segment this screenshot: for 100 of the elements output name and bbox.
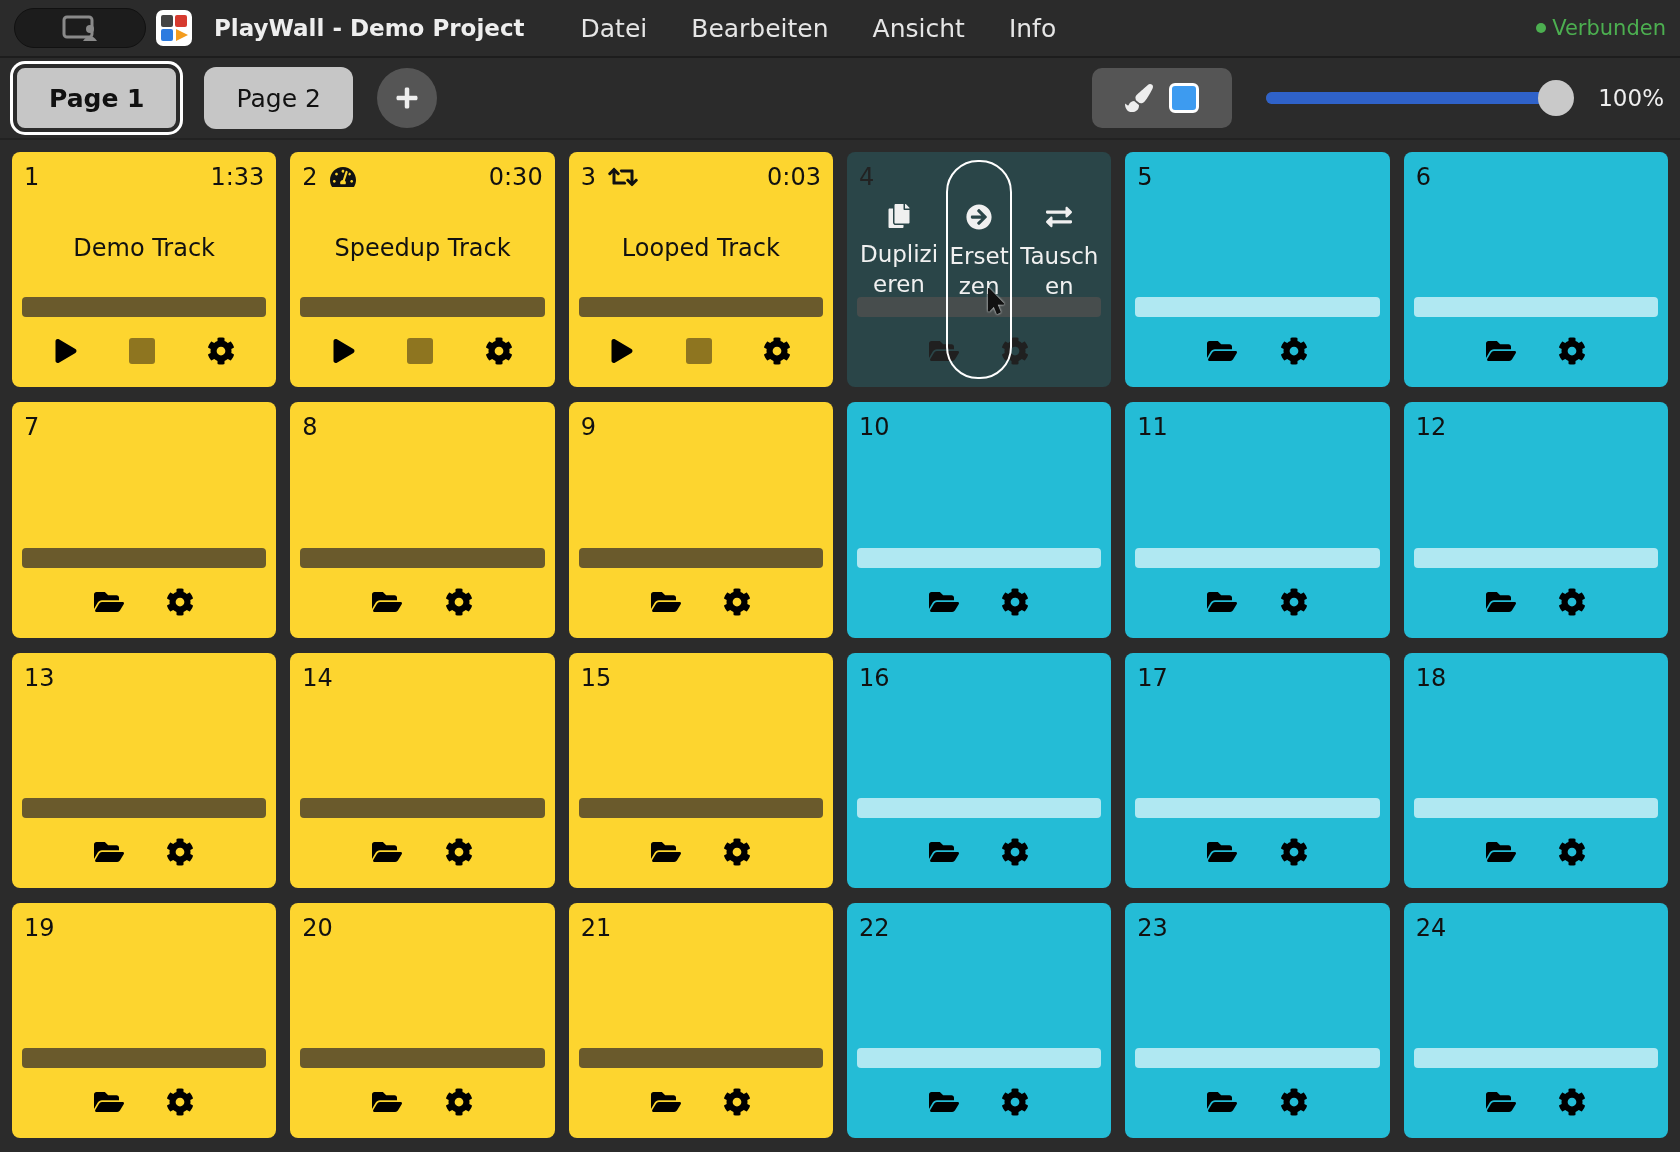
sound-card[interactable]: 15 [568, 652, 833, 888]
play-button[interactable] [610, 339, 635, 364]
card-number: 1 [24, 163, 40, 191]
card-number: 13 [24, 663, 55, 692]
sound-card[interactable]: 5 [1125, 152, 1390, 388]
sound-card[interactable]: 14 [290, 652, 555, 888]
card-number: 24 [1415, 913, 1447, 942]
card-number: 8 [302, 413, 318, 442]
speedometer-icon [329, 164, 356, 190]
settings-button[interactable] [206, 337, 235, 366]
sound-card[interactable]: 17 [1125, 652, 1390, 888]
sound-card[interactable]: 12 [1403, 402, 1668, 638]
settings-button[interactable] [484, 337, 513, 366]
card-number: 12 [1415, 413, 1447, 442]
card-number: 9 [580, 413, 596, 442]
page-tab[interactable]: Page 1 [13, 64, 181, 132]
color-picker-button[interactable] [1092, 68, 1233, 128]
presenter-icon [62, 15, 98, 41]
window-title: PlayWall - Demo Project [214, 15, 525, 41]
sound-card[interactable]: 23 [1125, 902, 1390, 1138]
settings-button[interactable] [722, 837, 751, 866]
stop-button[interactable] [685, 338, 712, 365]
settings-button[interactable] [1001, 1088, 1030, 1116]
settings-button[interactable] [763, 337, 792, 366]
settings-button[interactable] [1279, 837, 1308, 866]
settings-button[interactable] [1557, 337, 1586, 366]
track-duration: 1:33 [210, 163, 265, 191]
copy-icon [887, 204, 911, 228]
card-number: 11 [1137, 413, 1168, 442]
zoom-reading: 100% [1598, 85, 1664, 111]
play-button[interactable] [53, 339, 78, 364]
settings-button[interactable] [1279, 337, 1308, 366]
connection-status: Verbunden [1536, 16, 1666, 40]
track-duration: 0:03 [767, 163, 821, 191]
card-number: 18 [1415, 663, 1447, 692]
settings-button[interactable] [1001, 337, 1030, 366]
settings-button[interactable] [1001, 837, 1030, 866]
settings-button[interactable] [1557, 587, 1586, 616]
card-number: 15 [580, 663, 612, 692]
card-number: 2 [302, 163, 318, 191]
app-logo [156, 10, 192, 46]
settings-button[interactable] [166, 837, 195, 866]
settings-button[interactable] [1557, 837, 1586, 866]
card-action-button[interactable]: Tauschen [1017, 160, 1102, 380]
play-button[interactable] [332, 339, 357, 364]
card-number: 14 [302, 663, 333, 692]
menu-item[interactable]: Ansicht [872, 13, 965, 43]
settings-button[interactable] [444, 587, 473, 616]
sound-card[interactable]: 16 [847, 652, 1112, 888]
sound-card[interactable]: 13 [12, 652, 277, 888]
track-title: Speedup Track [334, 233, 511, 262]
card-number: 16 [859, 663, 890, 692]
settings-button[interactable] [1279, 587, 1308, 616]
sound-card[interactable]: 1 1:33 Demo Track [12, 152, 277, 388]
sound-card[interactable]: 20 [290, 902, 555, 1138]
card-number: 23 [1137, 913, 1168, 942]
sound-card[interactable]: 21 [568, 902, 833, 1138]
sound-card[interactable]: 6 [1403, 152, 1668, 388]
track-duration: 0:30 [488, 163, 543, 191]
track-title: Demo Track [73, 233, 216, 262]
card-number: 7 [24, 413, 40, 442]
track-title: Looped Track [621, 233, 780, 262]
settings-button[interactable] [1557, 1088, 1586, 1116]
page-tab[interactable]: Page 2 [204, 67, 353, 129]
card-number: 6 [1415, 163, 1431, 191]
settings-button[interactable] [1001, 587, 1030, 616]
slider-thumb[interactable] [1538, 80, 1575, 116]
settings-button[interactable] [166, 587, 195, 616]
settings-button[interactable] [166, 1088, 195, 1116]
screen-user-button[interactable] [14, 8, 146, 48]
sound-card[interactable]: 7 [12, 402, 277, 638]
settings-button[interactable] [1279, 1088, 1308, 1116]
settings-button[interactable] [444, 837, 473, 866]
brush-icon [1125, 84, 1154, 112]
sound-card[interactable]: 11 [1125, 402, 1390, 638]
menu-item[interactable]: Info [1008, 13, 1057, 43]
stop-button[interactable] [407, 338, 434, 365]
swap-icon [1046, 204, 1073, 230]
sound-card[interactable]: 22 [847, 902, 1112, 1138]
card-number: 3 [580, 163, 596, 191]
card-number: 19 [24, 913, 55, 942]
sound-card[interactable]: 8 [290, 402, 555, 638]
sound-card[interactable]: 18 [1403, 652, 1668, 888]
sound-card[interactable]: 10 [847, 402, 1112, 638]
sound-card[interactable]: 3 0:03 Looped Track [568, 152, 833, 388]
card-number: 22 [859, 913, 890, 942]
card-number: 10 [859, 413, 890, 442]
settings-button[interactable] [722, 587, 751, 616]
menu-item[interactable]: Datei [580, 13, 648, 43]
settings-button[interactable] [722, 1088, 751, 1116]
sound-card[interactable]: 2 0:30 Speedup Track [290, 152, 555, 388]
settings-button[interactable] [444, 1088, 473, 1116]
menu-item[interactable]: Bearbeiten [691, 13, 829, 43]
card-number: 20 [302, 913, 333, 942]
plus-icon [394, 86, 419, 110]
sound-card[interactable]: 19 [12, 902, 277, 1138]
sound-card[interactable]: 9 [568, 402, 833, 638]
card-number: 17 [1137, 663, 1168, 692]
stop-button[interactable] [129, 338, 156, 365]
sound-card[interactable]: 24 [1403, 902, 1668, 1138]
